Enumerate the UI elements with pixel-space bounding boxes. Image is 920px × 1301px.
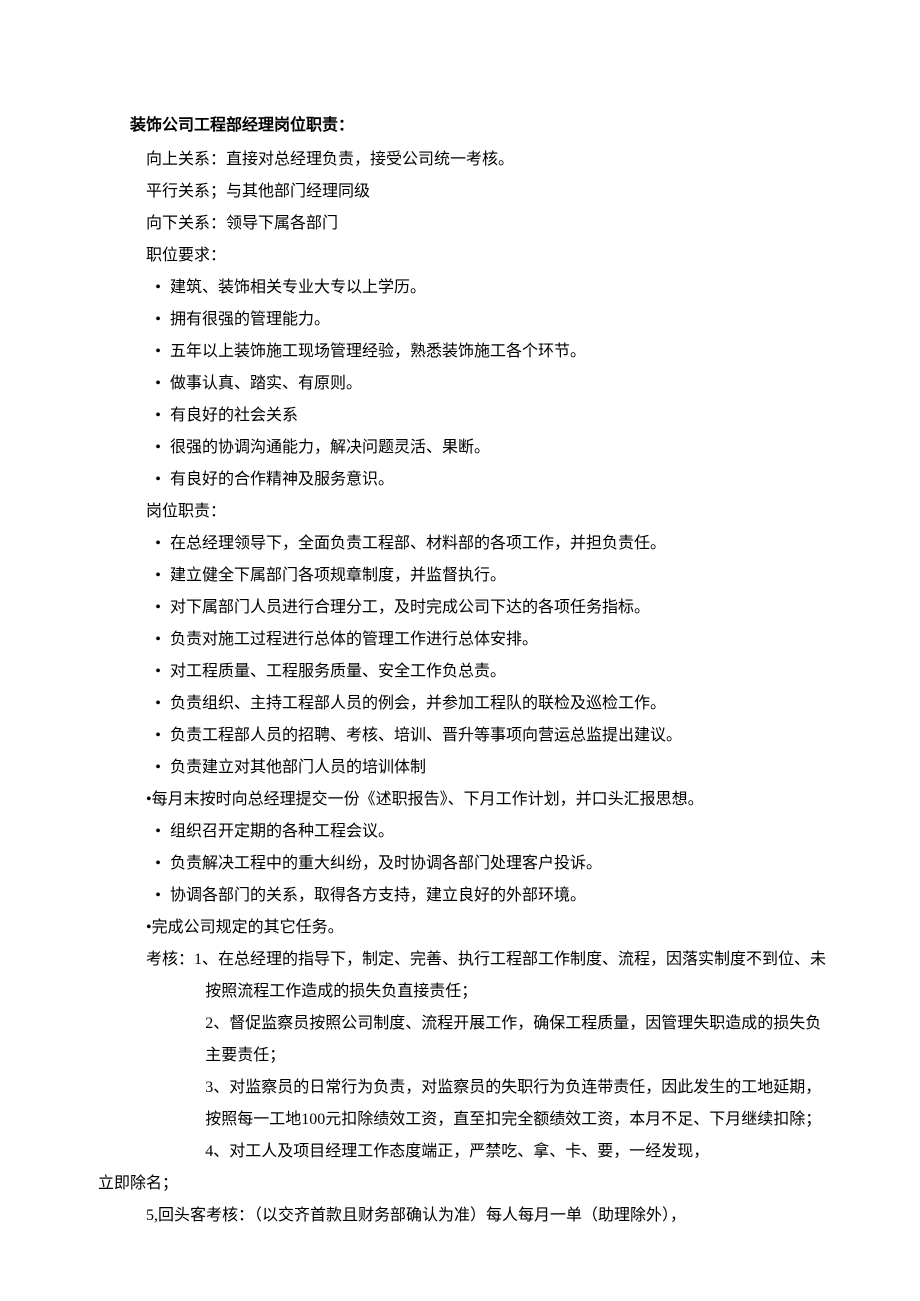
- assessment-item: 考核：1、在总经理的指导下，制定、完善、执行工程部工作制度、流程，因落实制度不到…: [146, 944, 830, 1008]
- bullet-icon: •: [146, 432, 170, 464]
- bullet-icon: •: [146, 880, 170, 912]
- duty-text: 对下属部门人员进行合理分工，及时完成公司下达的各项任务指标。: [170, 599, 650, 616]
- bullet-icon: •: [146, 624, 170, 656]
- bullet-icon: •: [146, 464, 170, 496]
- assessment-block: 考核：1、在总经理的指导下，制定、完善、执行工程部工作制度、流程，因落实制度不到…: [130, 944, 830, 1168]
- requirement-item: •有良好的合作精神及服务意识。: [130, 464, 830, 496]
- assessment-item: 3、对监察员的日常行为负责，对监察员的失职行为负连带责任，因此发生的工地延期，按…: [146, 1072, 830, 1136]
- assessment-text: 对监察员的日常行为负责，对监察员的失职行为负连带责任，因此发生的工地延期，按照每…: [205, 1079, 821, 1128]
- requirement-item: •有良好的社会关系: [130, 400, 830, 432]
- requirements-heading: 职位要求：: [130, 240, 830, 272]
- bullet-icon: •: [146, 752, 170, 784]
- bullet-icon: •: [146, 816, 170, 848]
- duty-text: 负责工程部人员的招聘、考核、培训、晋升等事项向营运总监提出建议。: [170, 727, 682, 744]
- duty-text: 对工程质量、工程服务质量、安全工作负总责。: [170, 663, 506, 680]
- document-title: 装饰公司工程部经理岗位职责：: [130, 110, 830, 142]
- bullet-icon: •: [146, 688, 170, 720]
- relation-down: 向下关系：领导下属各部门: [130, 208, 830, 240]
- requirement-item: •五年以上装饰施工现场管理经验，熟悉装饰施工各个环节。: [130, 336, 830, 368]
- duty-item: •负责对施工过程进行总体的管理工作进行总体安排。: [130, 624, 830, 656]
- bullet-icon: •: [146, 336, 170, 368]
- relation-peer: 平行关系；与其他部门经理同级: [130, 176, 830, 208]
- bullet-icon: •: [146, 656, 170, 688]
- duty-item: •每月末按时向总经理提交一份《述职报告》、下月工作计划，并口头汇报思想。: [130, 784, 830, 816]
- assessment-text: 督促监察员按照公司制度、流程开展工作，确保工程质量，因管理失职造成的损失负主要责…: [205, 1015, 821, 1064]
- assessment-item: 2、督促监察员按照公司制度、流程开展工作，确保工程质量，因管理失职造成的损失负主…: [146, 1008, 830, 1072]
- bullet-icon: •: [146, 592, 170, 624]
- duty-text: 组织召开定期的各种工程会议。: [170, 823, 394, 840]
- assessment-num: 5,: [146, 1207, 158, 1224]
- assessment-num: 1、: [194, 951, 218, 968]
- duty-text: 完成公司规定的其它任务。: [152, 919, 344, 936]
- duty-item: •组织召开定期的各种工程会议。: [130, 816, 830, 848]
- assessment-num: 4、: [205, 1143, 229, 1160]
- duty-item: •对下属部门人员进行合理分工，及时完成公司下达的各项任务指标。: [130, 592, 830, 624]
- requirement-text: 建筑、装饰相关专业大专以上学历。: [170, 279, 426, 296]
- bullet-icon: •: [146, 528, 170, 560]
- duty-item: •负责组织、主持工程部人员的例会，并参加工程队的联检及巡检工作。: [130, 688, 830, 720]
- duty-item: •协调各部门的关系，取得各方支持，建立良好的外部环境。: [130, 880, 830, 912]
- duty-item: •在总经理领导下，全面负责工程部、材料部的各项工作，并担负责任。: [130, 528, 830, 560]
- requirement-text: 有良好的合作精神及服务意识。: [170, 471, 394, 488]
- duty-item: •对工程质量、工程服务质量、安全工作负总责。: [130, 656, 830, 688]
- duty-text: 负责组织、主持工程部人员的例会，并参加工程队的联检及巡检工作。: [170, 695, 666, 712]
- duty-text: 建立健全下属部门各项规章制度，并监督执行。: [170, 567, 506, 584]
- duty-text: 在总经理领导下，全面负责工程部、材料部的各项工作，并担负责任。: [170, 535, 666, 552]
- bullet-icon: •: [146, 848, 170, 880]
- assessment-text: 在总经理的指导下，制定、完善、执行工程部工作制度、流程，因落实制度不到位、未按照…: [205, 951, 826, 1000]
- assessment-tail: 立即除名；: [98, 1168, 830, 1200]
- duty-text: 负责解决工程中的重大纠纷，及时协调各部门处理客户投诉。: [170, 855, 602, 872]
- duty-text: 每月末按时向总经理提交一份《述职报告》、下月工作计划，并口头汇报思想。: [152, 791, 704, 808]
- requirement-text: 很强的协调沟通能力，解决问题灵活、果断。: [170, 439, 490, 456]
- duty-item: •负责建立对其他部门人员的培训体制: [130, 752, 830, 784]
- duties-heading: 岗位职责：: [130, 496, 830, 528]
- requirement-item: •建筑、装饰相关专业大专以上学历。: [130, 272, 830, 304]
- assessment-text: 对工人及项目经理工作态度端正，严禁吃、拿、卡、要，一经发现，: [229, 1143, 709, 1160]
- requirement-text: 拥有很强的管理能力。: [170, 311, 330, 328]
- bullet-icon: •: [146, 304, 170, 336]
- requirement-item: •很强的协调沟通能力，解决问题灵活、果断。: [130, 432, 830, 464]
- duty-text: 负责对施工过程进行总体的管理工作进行总体安排。: [170, 631, 538, 648]
- duty-item: •负责工程部人员的招聘、考核、培训、晋升等事项向营运总监提出建议。: [130, 720, 830, 752]
- duty-item: •负责解决工程中的重大纠纷，及时协调各部门处理客户投诉。: [130, 848, 830, 880]
- requirement-item: •拥有很强的管理能力。: [130, 304, 830, 336]
- duty-item: •完成公司规定的其它任务。: [130, 912, 830, 944]
- bullet-icon: •: [146, 272, 170, 304]
- assessment-item: 5,回头客考核：（以交齐首款且财务部确认为准）每人每月一单（助理除外），: [130, 1200, 830, 1232]
- bullet-icon: •: [146, 560, 170, 592]
- assessment-text: 回头客考核：（以交齐首款且财务部确认为准）每人每月一单（助理除外），: [158, 1207, 686, 1224]
- bullet-icon: •: [146, 368, 170, 400]
- bullet-icon: •: [146, 720, 170, 752]
- requirement-text: 做事认真、踏实、有原则。: [170, 375, 362, 392]
- assessment-num: 2、: [205, 1015, 229, 1032]
- requirement-text: 五年以上装饰施工现场管理经验，熟悉装饰施工各个环节。: [170, 343, 586, 360]
- assessment-item: 4、对工人及项目经理工作态度端正，严禁吃、拿、卡、要，一经发现，: [146, 1136, 830, 1168]
- duty-item: •建立健全下属部门各项规章制度，并监督执行。: [130, 560, 830, 592]
- relation-up: 向上关系：直接对总经理负责，接受公司统一考核。: [130, 144, 830, 176]
- requirement-text: 有良好的社会关系: [170, 407, 298, 424]
- duty-text: 负责建立对其他部门人员的培训体制: [170, 759, 426, 776]
- assessment-label: 考核：: [146, 951, 194, 968]
- bullet-icon: •: [146, 400, 170, 432]
- duty-text: 协调各部门的关系，取得各方支持，建立良好的外部环境。: [170, 887, 586, 904]
- assessment-num: 3、: [205, 1079, 229, 1096]
- requirement-item: •做事认真、踏实、有原则。: [130, 368, 830, 400]
